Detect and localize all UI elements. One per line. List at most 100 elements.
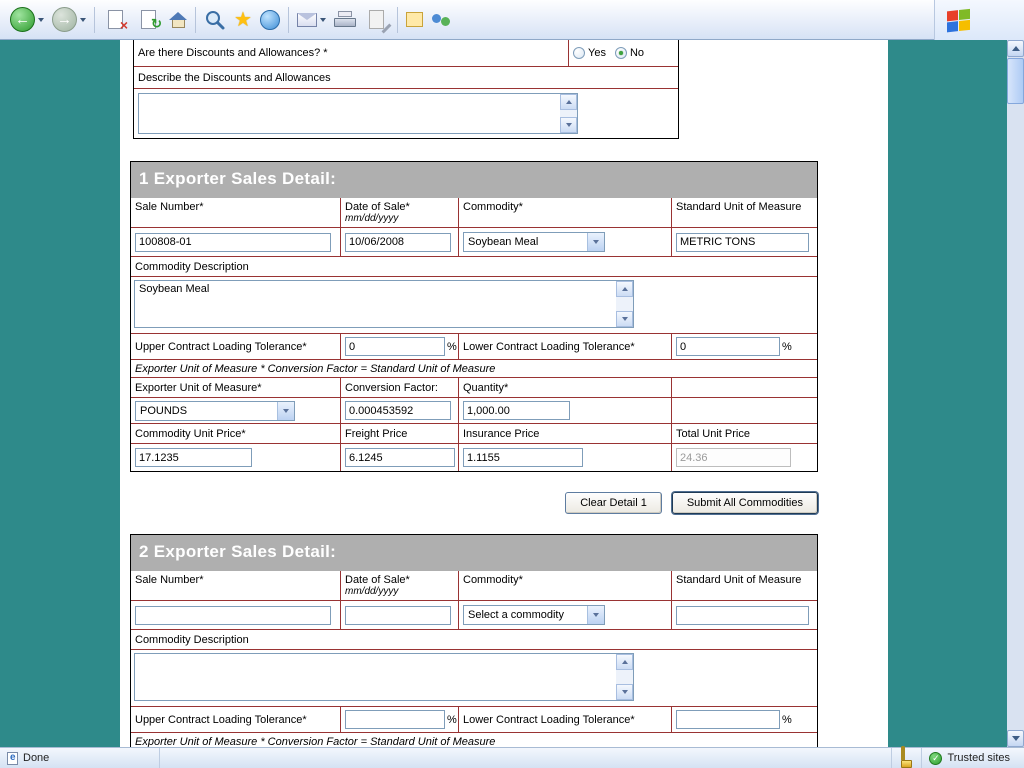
discounts-yes-label: Yes [588, 47, 606, 59]
commodity-description-textarea[interactable]: Soybean Meal [134, 280, 634, 328]
lower-tolerance-input[interactable] [676, 710, 780, 729]
edit-icon [364, 7, 389, 32]
scroll-up-icon[interactable] [616, 654, 633, 670]
scrollbar-down-icon[interactable] [1007, 730, 1024, 747]
scrollbar-up-icon[interactable] [1007, 40, 1024, 57]
print-button[interactable] [330, 3, 360, 37]
sale-number-input[interactable] [135, 606, 331, 625]
insurance-price-label: Insurance Price [459, 424, 672, 443]
exporter-unit-select[interactable]: POUNDS [135, 401, 295, 421]
scroll-track[interactable] [560, 110, 577, 117]
back-icon: ← [10, 7, 35, 32]
home-button[interactable] [165, 3, 191, 37]
edit-button[interactable] [360, 3, 393, 37]
date-of-sale-input[interactable] [345, 606, 451, 625]
scroll-track[interactable] [616, 670, 633, 684]
standard-unit-header: Standard Unit of Measure [672, 198, 817, 227]
freight-price-input[interactable] [345, 448, 455, 467]
commodity-select[interactable]: Soybean Meal [463, 232, 605, 252]
messenger-icon [431, 10, 451, 30]
chevron-down-icon [587, 606, 604, 624]
status-text: Done [23, 752, 49, 764]
upper-tolerance-input[interactable] [345, 710, 445, 729]
scroll-down-icon[interactable] [616, 311, 633, 327]
toolbar-separator [397, 7, 398, 33]
back-button[interactable]: ← [6, 3, 48, 37]
toolbar-separator [288, 7, 289, 33]
chevron-down-icon [587, 233, 604, 251]
freight-price-label: Freight Price [341, 424, 459, 443]
textarea-scrollbar [616, 281, 633, 327]
sale-number-header: Sale Number* [131, 571, 341, 600]
mail-button[interactable] [293, 3, 330, 37]
stop-button[interactable]: × [99, 3, 132, 37]
commodity-header: Commodity* [459, 198, 672, 227]
total-unit-price-label: Total Unit Price [672, 424, 817, 443]
quantity-label: Quantity* [459, 378, 672, 397]
scroll-track[interactable] [616, 297, 633, 311]
discounts-no-label: No [630, 47, 644, 59]
forward-dropdown-icon [80, 18, 86, 22]
page-content: Are there Discounts and Allowances? * Ye… [120, 40, 888, 747]
browser-toolbar: ← → × ↻ ★ [0, 0, 1024, 40]
security-zone-section: ✓ Trusted sites [922, 748, 1024, 768]
chevron-down-icon [277, 402, 294, 420]
toolbar-separator [195, 7, 196, 33]
scroll-down-icon[interactable] [560, 117, 577, 133]
conversion-formula-note: Exporter Unit of Measure * Conversion Fa… [131, 360, 817, 377]
favorites-button[interactable]: ★ [230, 3, 256, 37]
scrollbar-thumb[interactable] [1007, 58, 1024, 104]
discuss-button[interactable] [402, 3, 427, 37]
commodity-description-text: Soybean Meal [135, 281, 616, 327]
toolbar-separator [94, 7, 95, 33]
discounts-yes-radio[interactable] [573, 47, 585, 59]
standard-unit-input[interactable] [676, 606, 809, 625]
document-icon [7, 752, 18, 765]
standard-unit-input[interactable] [676, 233, 809, 252]
discounts-no-radio[interactable] [615, 47, 627, 59]
date-of-sale-input[interactable] [345, 233, 451, 252]
upper-tolerance-label: Upper Contract Loading Tolerance* [131, 707, 341, 732]
percent-label: % [447, 714, 457, 726]
date-of-sale-header: Date of Sale*mm/dd/yyyy [341, 198, 459, 227]
commodity-select[interactable]: Select a commodity [463, 605, 605, 625]
percent-label: % [782, 714, 792, 726]
commodity-description-text [135, 654, 616, 700]
status-section: Done [0, 748, 160, 768]
section-1-title: 1 Exporter Sales Detail: [131, 162, 817, 198]
discounts-describe-textarea[interactable] [138, 93, 578, 134]
refresh-button[interactable]: ↻ [132, 3, 165, 37]
commodity-unit-price-input[interactable] [135, 448, 252, 467]
vertical-scrollbar[interactable] [1007, 40, 1024, 747]
media-button[interactable] [256, 3, 284, 37]
security-zone-label: Trusted sites [947, 752, 1010, 764]
search-button[interactable] [200, 3, 230, 37]
submit-all-commodities-button[interactable]: Submit All Commodities [672, 492, 818, 514]
refresh-icon: ↻ [136, 7, 161, 32]
scroll-down-icon[interactable] [616, 684, 633, 700]
lower-tolerance-input[interactable] [676, 337, 780, 356]
conversion-formula-note: Exporter Unit of Measure * Conversion Fa… [131, 733, 817, 747]
discounts-describe-label: Describe the Discounts and Allowances [134, 67, 678, 89]
forward-button[interactable]: → [48, 3, 90, 37]
clear-detail-1-button[interactable]: Clear Detail 1 [565, 492, 662, 514]
scroll-up-icon[interactable] [560, 94, 577, 110]
mail-dropdown-icon [320, 18, 326, 22]
insurance-price-input[interactable] [463, 448, 583, 467]
messenger-button[interactable] [427, 3, 455, 37]
browser-window: ← → × ↻ ★ [0, 0, 1024, 768]
back-dropdown-icon [38, 18, 44, 22]
quantity-input[interactable] [463, 401, 570, 420]
trusted-sites-check-icon: ✓ [929, 752, 942, 765]
commodity-description-label: Commodity Description [131, 257, 817, 276]
percent-label: % [447, 341, 457, 353]
upper-tolerance-label: Upper Contract Loading Tolerance* [131, 334, 341, 359]
commodity-description-textarea[interactable] [134, 653, 634, 701]
mail-icon [297, 13, 317, 27]
total-unit-price-input [676, 448, 791, 467]
lower-tolerance-label: Lower Contract Loading Tolerance* [459, 707, 672, 732]
upper-tolerance-input[interactable] [345, 337, 445, 356]
conversion-factor-input[interactable] [345, 401, 451, 420]
scroll-up-icon[interactable] [616, 281, 633, 297]
sale-number-input[interactable] [135, 233, 331, 252]
